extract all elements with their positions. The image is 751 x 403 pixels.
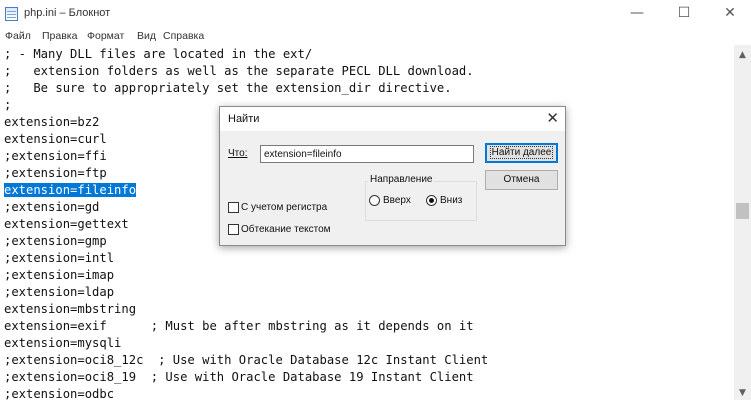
editor-line[interactable]: ;extension=ffi [4, 148, 107, 165]
maximize-button[interactable]: ☐ [664, 0, 704, 28]
direction-up-label[interactable]: Вверх [383, 195, 411, 206]
scroll-up-icon[interactable]: ▲ [734, 50, 751, 60]
notepad-icon [5, 7, 18, 21]
close-button[interactable]: ✕ [710, 0, 750, 28]
cancel-button[interactable]: Отмена [485, 170, 558, 190]
editor-line[interactable]: ;extension=ldap [4, 284, 114, 301]
editor-line[interactable]: extension=mbstring [4, 301, 136, 318]
menu-edit[interactable]: Правка [42, 30, 77, 42]
find-next-button[interactable]: Найти далее [485, 143, 558, 163]
match-case-label[interactable]: С учетом регистра [241, 202, 327, 213]
editor-line[interactable]: ;extension=ftp [4, 165, 107, 182]
menu-help[interactable]: Справка [163, 30, 204, 42]
editor-line[interactable]: ;extension=imap [4, 267, 114, 284]
scroll-down-icon[interactable]: ▼ [734, 388, 751, 398]
direction-down-label[interactable]: Вниз [440, 195, 462, 206]
direction-up-radio[interactable] [369, 195, 380, 206]
editor-line[interactable]: ;extension=gmp [4, 233, 107, 250]
editor-line[interactable]: extension=gettext [4, 216, 129, 233]
minimize-button[interactable]: — [617, 0, 657, 28]
editor-line[interactable]: ; - Many DLL files are located in the ex… [4, 46, 312, 63]
direction-down-radio[interactable] [426, 195, 437, 206]
find-dialog-title-bar: Найти ✕ [220, 107, 565, 131]
menu-view[interactable]: Вид [137, 30, 156, 42]
find-dialog-close-button[interactable]: ✕ [546, 109, 559, 127]
selected-text[interactable]: extension=fileinfo [4, 183, 137, 197]
wrap-around-checkbox[interactable] [228, 224, 239, 235]
direction-label: Направление [368, 174, 435, 185]
find-input[interactable] [260, 145, 474, 163]
editor-line[interactable]: extension=exif ; Must be after mbstring … [4, 318, 474, 335]
editor-line[interactable]: ; Be sure to appropriately set the exten… [4, 80, 452, 97]
find-label: Что: [228, 148, 248, 159]
menu-bar: Файл Правка Формат Вид Справка [0, 28, 751, 45]
vertical-scrollbar[interactable]: ▲ ▼ [734, 45, 751, 400]
editor-line[interactable]: ;extension=oci8_12c ; Use with Oracle Da… [4, 352, 488, 369]
match-case-checkbox[interactable] [228, 202, 239, 213]
editor-line[interactable]: ;extension=intl [4, 250, 114, 267]
title-bar: php.ini – Блокнот — ☐ ✕ [0, 0, 751, 28]
editor-line[interactable]: ;extension=odbc [4, 386, 114, 403]
menu-format[interactable]: Формат [87, 30, 124, 42]
editor-line[interactable]: ;extension=oci8_19 ; Use with Oracle Dat… [4, 369, 474, 386]
editor-line[interactable]: extension=bz2 [4, 114, 99, 131]
find-dialog-title: Найти [228, 113, 260, 125]
menu-file[interactable]: Файл [5, 30, 31, 42]
window-title: php.ini – Блокнот [24, 7, 111, 19]
editor-line[interactable]: extension=fileinfo [4, 182, 137, 199]
editor-line[interactable]: extension=mysqli [4, 335, 121, 352]
scroll-thumb[interactable] [736, 203, 749, 219]
editor-line[interactable]: ; extension folders as well as the separ… [4, 63, 474, 80]
editor-line[interactable]: extension=curl [4, 131, 107, 148]
wrap-around-label[interactable]: Обтекание текстом [241, 224, 331, 235]
editor-line[interactable]: ; [4, 97, 11, 114]
find-dialog: Найти ✕ Что: Найти далее Отмена Направле… [219, 106, 566, 246]
editor-line[interactable]: ;extension=gd [4, 199, 99, 216]
